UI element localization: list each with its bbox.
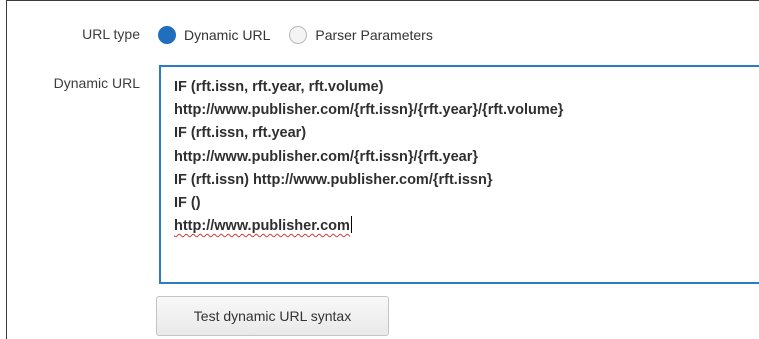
radio-parser-parameters[interactable]: Parser Parameters bbox=[289, 26, 433, 44]
form-panel: URL type Dynamic URL Parser Parameters D… bbox=[6, 0, 759, 339]
url-type-radio-group: Dynamic URL Parser Parameters bbox=[158, 24, 452, 46]
radio-dynamic-url[interactable]: Dynamic URL bbox=[158, 26, 270, 44]
radio-checked-icon bbox=[158, 26, 176, 44]
code-line: IF () bbox=[174, 194, 201, 211]
code-line: IF (rft.issn) http://www.publisher.com/{… bbox=[174, 171, 493, 188]
dynamic-url-label: Dynamic URL bbox=[53, 75, 140, 91]
radio-parser-parameters-label: Parser Parameters bbox=[315, 27, 433, 43]
text-caret bbox=[350, 216, 352, 234]
code-line: IF (rft.issn, rft.year, rft.volume) bbox=[174, 79, 384, 95]
radio-dynamic-url-label: Dynamic URL bbox=[184, 27, 271, 43]
code-line-last: http://www.publisher.com bbox=[174, 215, 759, 238]
url-type-label: URL type bbox=[82, 26, 140, 42]
radio-unchecked-icon bbox=[289, 26, 308, 44]
code-line: IF (rft.issn, rft.year) bbox=[174, 125, 307, 142]
test-dynamic-url-syntax-button[interactable]: Test dynamic URL syntax bbox=[156, 296, 389, 336]
code-line: http://www.publisher.com/{rft.issn}/{rft… bbox=[174, 102, 564, 119]
dynamic-url-textarea[interactable]: IF (rft.issn, rft.year, rft.volume) http:… bbox=[159, 65, 759, 284]
code-line: http://www.publisher.com/{rft.issn}/{rft… bbox=[174, 148, 479, 165]
spellcheck-underlined-text: http://www.publisher.com bbox=[174, 218, 350, 235]
